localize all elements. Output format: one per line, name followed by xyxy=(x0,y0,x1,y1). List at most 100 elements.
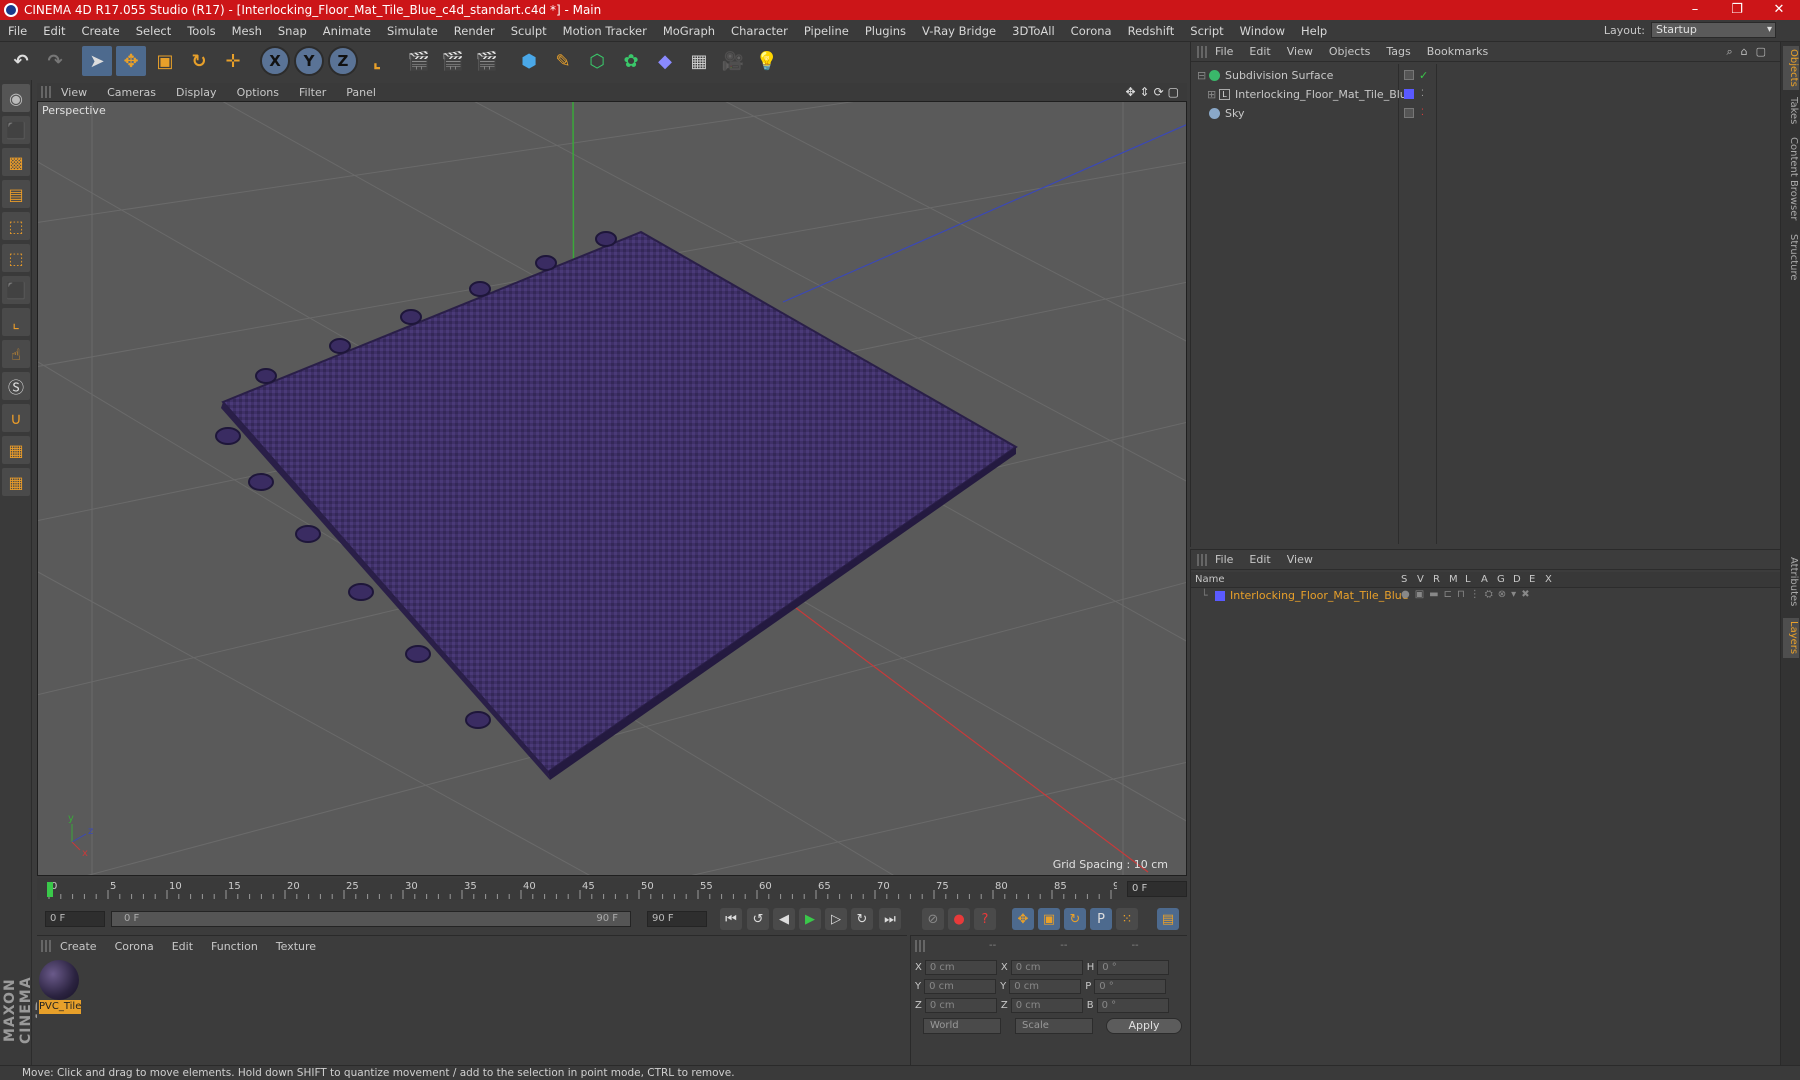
layer-menu-view[interactable]: View xyxy=(1279,553,1321,566)
next-frame-icon[interactable]: ▷ xyxy=(825,908,847,930)
record-disabled-icon[interactable]: ⊘ xyxy=(922,908,944,930)
viewport-menu-panel[interactable]: Panel xyxy=(336,86,386,99)
polygons-mode-icon[interactable]: ⬛ xyxy=(2,276,30,304)
close-button[interactable]: ✕ xyxy=(1758,0,1800,20)
select-arrow-icon[interactable]: ➤ xyxy=(82,46,112,76)
panel-options-icon[interactable]: ▢ xyxy=(1756,45,1766,59)
position-z-field[interactable]: 0 cm xyxy=(924,998,997,1013)
object-row[interactable]: ⊟ Subdivision Surface ✓ xyxy=(1191,66,1781,84)
side-tab-takes[interactable]: Takes xyxy=(1783,94,1799,128)
viewport-menu-cameras[interactable]: Cameras xyxy=(97,86,166,99)
material-menu-create[interactable]: Create xyxy=(51,940,106,953)
layer-color-icon[interactable] xyxy=(1404,89,1414,99)
viewport-pan-icon[interactable]: ✥ xyxy=(1125,85,1135,99)
visibility-dots-icon[interactable]: ⁚ xyxy=(1421,108,1424,118)
menu-snap[interactable]: Snap xyxy=(270,24,315,38)
viewport-menu-view[interactable]: View xyxy=(51,86,97,99)
menu-pipeline[interactable]: Pipeline xyxy=(796,24,857,38)
solo-mode-icon[interactable]: Ⓢ xyxy=(2,372,30,400)
tree-expander-icon[interactable]: ⊟ xyxy=(1197,69,1206,82)
object-row[interactable]: ⊞ L Interlocking_Floor_Mat_Tile_Blue ⁚ xyxy=(1191,85,1781,103)
model-mode-icon[interactable]: ⬛ xyxy=(2,116,30,144)
layer-menu-file[interactable]: File xyxy=(1207,553,1241,566)
side-tab-objects[interactable]: Objects xyxy=(1783,46,1799,90)
panel-grip-icon[interactable] xyxy=(1197,45,1207,58)
pen-spline-icon[interactable]: ✎ xyxy=(548,46,578,76)
key-pla-icon[interactable]: ⁙ xyxy=(1116,908,1138,930)
rotation-p-field[interactable]: 0 ° xyxy=(1094,979,1167,994)
object-menu-view[interactable]: View xyxy=(1279,45,1321,58)
layer-col-locked[interactable]: L xyxy=(1465,574,1471,585)
menu-3dtoall[interactable]: 3DToAll xyxy=(1004,24,1063,38)
panel-grip-icon[interactable] xyxy=(915,940,925,952)
viewport-maximize-icon[interactable]: ▢ xyxy=(1168,85,1179,99)
viewport-menu-filter[interactable]: Filter xyxy=(289,86,336,99)
rotation-b-field[interactable]: 0 ° xyxy=(1096,998,1169,1013)
light-bulb-icon[interactable]: 💡 xyxy=(752,46,782,76)
layer-color-swatch[interactable] xyxy=(1215,591,1225,601)
floor-mat-tile-model[interactable] xyxy=(215,230,1018,780)
grid-snap-icon[interactable]: ▦ xyxy=(2,468,30,496)
render-picture-viewer-icon[interactable]: 🎬 xyxy=(438,46,468,76)
layer-name[interactable]: Interlocking_Floor_Mat_Tile_Blue xyxy=(1230,589,1409,602)
playhead-marker[interactable] xyxy=(47,882,53,897)
render-settings-icon[interactable]: 🎬 xyxy=(472,46,502,76)
play-icon[interactable]: ▶ xyxy=(799,908,821,930)
object-menu-bookmarks[interactable]: Bookmarks xyxy=(1419,45,1496,58)
viewport-zoom-icon[interactable]: ⇕ xyxy=(1140,85,1150,99)
material-menu-edit[interactable]: Edit xyxy=(163,940,202,953)
floor-grid-icon[interactable]: ▦ xyxy=(684,46,714,76)
cube-primitive-icon[interactable]: ⬢ xyxy=(514,46,544,76)
tweak-mode-icon[interactable]: ☝ xyxy=(2,340,30,368)
material-name-label[interactable]: PVC_Tile xyxy=(39,1000,81,1014)
key-rotation-icon[interactable]: ↻ xyxy=(1064,908,1086,930)
menu-edit[interactable]: Edit xyxy=(35,24,73,38)
side-tab-attributes[interactable]: Attributes xyxy=(1783,552,1799,612)
key-parameter-icon[interactable]: P xyxy=(1090,908,1112,930)
menu-script[interactable]: Script xyxy=(1182,24,1231,38)
menu-animate[interactable]: Animate xyxy=(315,24,379,38)
apply-button[interactable]: Apply xyxy=(1106,1018,1182,1034)
menu-mesh[interactable]: Mesh xyxy=(224,24,270,38)
menu-select[interactable]: Select xyxy=(128,24,179,38)
menu-character[interactable]: Character xyxy=(723,24,796,38)
menu-window[interactable]: Window xyxy=(1232,24,1293,38)
menu-create[interactable]: Create xyxy=(74,24,128,38)
object-menu-file[interactable]: File xyxy=(1207,45,1241,58)
enabled-check-icon[interactable]: ✓ xyxy=(1419,69,1428,82)
make-editable-icon[interactable]: ◉ xyxy=(2,84,30,112)
search-icon[interactable]: ⌕ xyxy=(1726,45,1732,59)
layer-col-animation[interactable]: A xyxy=(1481,574,1488,585)
menu-mograph[interactable]: MoGraph xyxy=(655,24,723,38)
editor-visibility-icon[interactable] xyxy=(1404,70,1414,80)
cloner-icon[interactable]: ✿ xyxy=(616,46,646,76)
viewport-menu-options[interactable]: Options xyxy=(227,86,289,99)
points-mode-icon[interactable]: ⬚ xyxy=(2,212,30,240)
undo-icon[interactable]: ↶ xyxy=(6,46,36,76)
viewport-menu-display[interactable]: Display xyxy=(166,86,227,99)
object-name[interactable]: Sky xyxy=(1225,107,1244,120)
layer-col-deformers[interactable]: D xyxy=(1513,574,1521,585)
go-to-start-icon[interactable]: ⏮ xyxy=(720,908,742,930)
size-y-field[interactable]: 0 cm xyxy=(1009,979,1082,994)
layer-col-generators[interactable]: G xyxy=(1497,574,1505,585)
timeline-ruler[interactable]: 051015202530354045505560657075808590 0 F xyxy=(37,878,1187,900)
layout-select[interactable]: Startup xyxy=(1651,22,1776,38)
maximize-button[interactable]: ❐ xyxy=(1716,0,1758,20)
record-keys-icon[interactable]: ● xyxy=(948,908,970,930)
layer-menu-edit[interactable]: Edit xyxy=(1241,553,1278,566)
axis-mode-icon[interactable]: ⌞ xyxy=(2,308,30,336)
material-menu-texture[interactable]: Texture xyxy=(267,940,325,953)
panel-grip-icon[interactable] xyxy=(1197,553,1207,566)
layer-toggle-icons[interactable]: ●▣▬⊏⊓⋮⛭⊗▾✖ xyxy=(1401,589,1535,600)
layer-col-name[interactable]: Name xyxy=(1195,574,1225,585)
menu-corona[interactable]: Corona xyxy=(1063,24,1120,38)
side-tab-content-browser[interactable]: Content Browser xyxy=(1783,134,1799,224)
editor-visibility-icon[interactable] xyxy=(1404,108,1414,118)
layer-row[interactable]: └ Interlocking_Floor_Mat_Tile_Blue ●▣▬⊏⊓… xyxy=(1191,588,1781,604)
menu-sculpt[interactable]: Sculpt xyxy=(503,24,555,38)
rotate-tool-icon[interactable]: ↻ xyxy=(184,46,214,76)
panel-grip-icon[interactable] xyxy=(41,940,51,952)
deformer-icon[interactable]: ◆ xyxy=(650,46,680,76)
size-z-field[interactable]: 0 cm xyxy=(1010,998,1083,1013)
